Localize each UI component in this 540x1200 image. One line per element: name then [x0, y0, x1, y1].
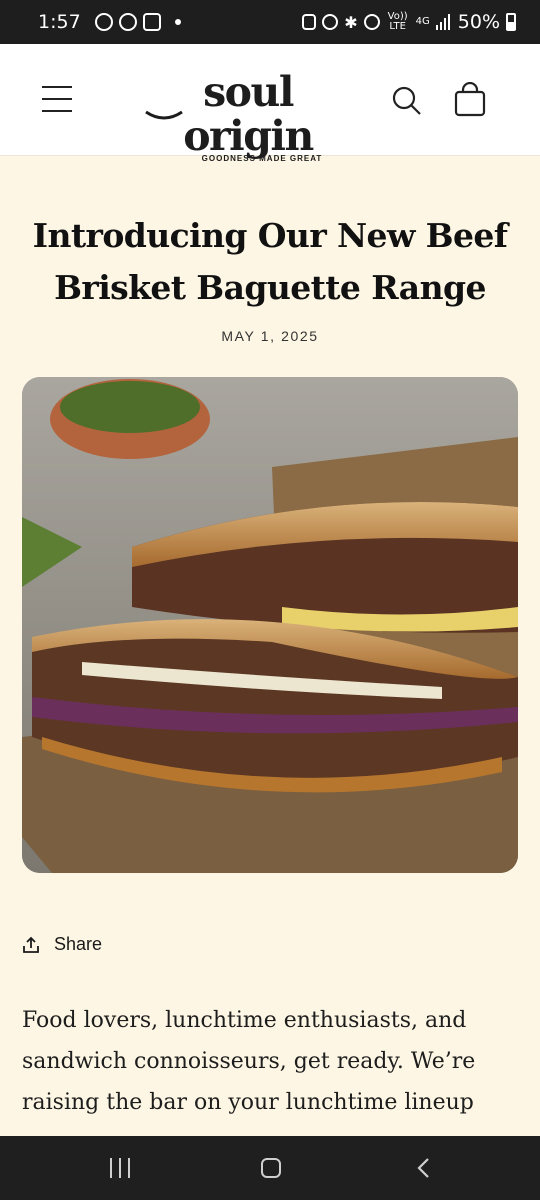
menu-button[interactable]	[42, 86, 72, 114]
status-bar-right: ✱ Vo)) LTE 4G 50%	[302, 11, 516, 33]
notification-dot-icon	[174, 19, 181, 25]
instagram-icon	[142, 13, 161, 31]
logo[interactable]: soul origin GOODNESS MADE GREAT	[138, 70, 358, 163]
system-nav-bar	[0, 1136, 540, 1200]
alarm-icon	[322, 14, 339, 30]
article-title: Introducing Our New Beef Brisket Baguett…	[32, 216, 508, 307]
logo-smile-icon	[145, 110, 183, 120]
hero-image	[22, 377, 518, 873]
menu-icon	[42, 86, 72, 88]
alarm-app-icon	[302, 14, 317, 30]
home-button[interactable]	[261, 1158, 281, 1178]
battery-percent: 50%	[457, 11, 500, 33]
recent-apps-button[interactable]	[110, 1158, 132, 1178]
recent-apps-icon-bar	[128, 1158, 130, 1178]
baguette-photo	[22, 377, 518, 873]
menu-icon-bar	[42, 98, 72, 100]
threads-icon	[94, 13, 113, 31]
bluetooth-icon: ✱	[344, 12, 358, 32]
cart-button[interactable]	[452, 81, 488, 118]
search-icon	[392, 86, 421, 115]
site-header: soul origin GOODNESS MADE GREAT	[0, 44, 540, 163]
back-icon	[417, 1158, 429, 1178]
recent-apps-icon-bar	[119, 1158, 121, 1178]
status-bar-left: 1:57	[38, 11, 181, 33]
logo-tagline: GOODNESS MADE GREAT	[201, 154, 323, 163]
menu-icon-bar	[42, 110, 72, 112]
recent-apps-icon	[110, 1158, 112, 1178]
network-type: 4G	[415, 16, 430, 27]
status-bar: 1:57 ✱ Vo)) LTE 4G 50%	[0, 0, 540, 44]
share-icon	[23, 936, 39, 953]
volte-label: Vo)) LTE	[387, 11, 408, 32]
article-body: Food lovers, lunchtime enthusiasts, and …	[22, 1008, 476, 1115]
cart-icon	[454, 81, 486, 117]
signal-icon	[435, 14, 450, 30]
status-time: 1:57	[38, 11, 81, 33]
hotspot-icon	[363, 14, 380, 30]
battery-icon	[506, 13, 516, 31]
threads-icon-2	[118, 13, 137, 31]
search-button[interactable]	[390, 84, 424, 118]
back-button[interactable]	[412, 1156, 436, 1180]
share-label: Share	[54, 934, 103, 954]
article-date: MAY 1, 2025	[221, 328, 319, 344]
share-button[interactable]: Share	[22, 934, 102, 955]
